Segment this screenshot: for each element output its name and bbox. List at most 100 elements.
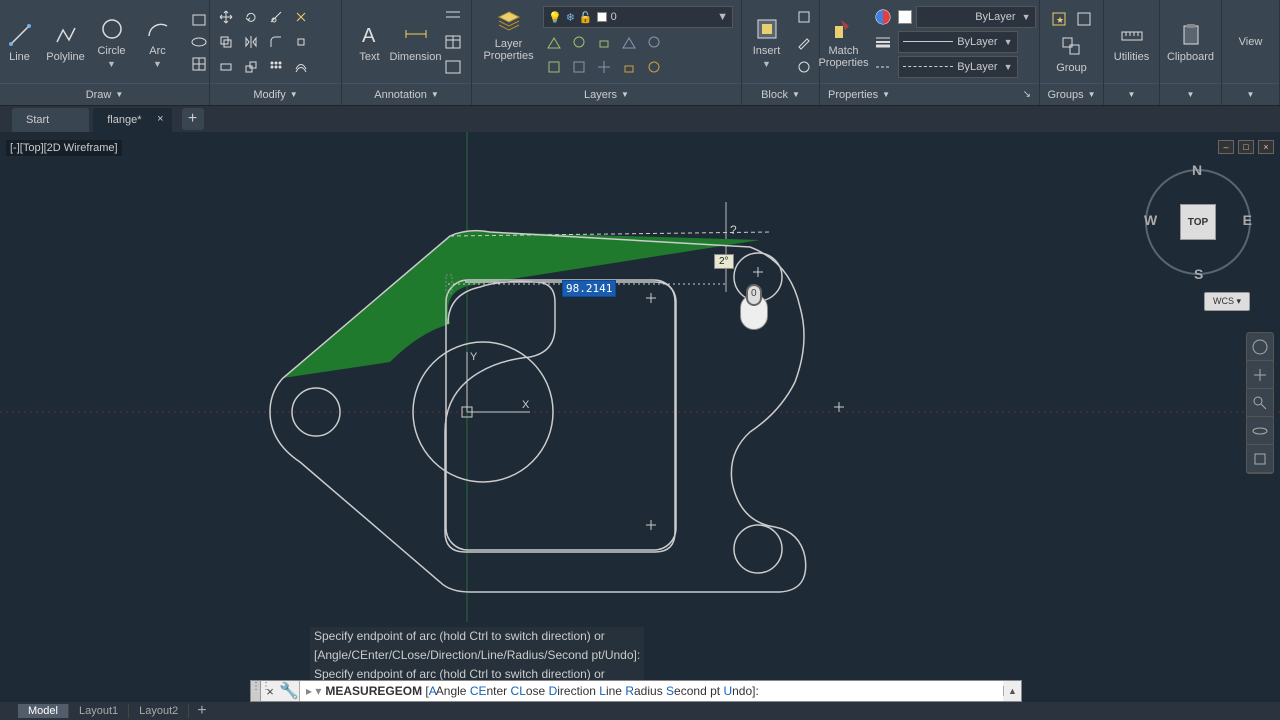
panel-title-block[interactable]: Block▼ (742, 83, 819, 105)
layerprops-button[interactable]: Layer Properties (480, 6, 537, 64)
match-properties-button[interactable]: Match Properties (824, 13, 864, 71)
layout-add-button[interactable]: + (189, 702, 214, 720)
color-picker-icon[interactable] (872, 6, 894, 28)
mirror-button[interactable] (240, 31, 262, 53)
svg-text:X: X (522, 399, 530, 411)
color-swatch (898, 10, 912, 24)
scale-button[interactable] (240, 56, 262, 78)
ribbon-toolbar: Line Polyline Circle ▼ Arc ▼ Draw▼ (0, 0, 1280, 106)
explode-button[interactable] (290, 31, 312, 53)
leader-button[interactable] (442, 6, 464, 28)
arc-button[interactable]: Arc ▼ (138, 13, 178, 71)
clipboard-button[interactable]: Clipboard (1168, 19, 1213, 65)
group-button[interactable]: Group (1052, 30, 1091, 76)
tab-add-button[interactable]: + (182, 108, 204, 130)
tooltip-icon: ? (730, 223, 737, 237)
erase-button[interactable] (290, 6, 312, 28)
text-button[interactable]: A Text (350, 19, 390, 65)
dropdown-arrow-icon: ▼ (153, 59, 162, 69)
layer-isolate-button[interactable] (543, 56, 565, 78)
lineweight-combo[interactable]: ByLayer▼ (898, 31, 1018, 53)
line-button[interactable]: Line (0, 19, 40, 65)
sun-icon: ❄ (566, 11, 575, 24)
panel-title-layers[interactable]: Layers▼ (472, 83, 741, 105)
layers-icon (495, 8, 523, 36)
linetype-combo[interactable]: ByLayer▼ (898, 56, 1018, 78)
panel-annotation: A Text Dimension Annotation▼ (342, 0, 472, 105)
ungroup-icon[interactable] (1073, 8, 1095, 30)
circle-button[interactable]: Circle ▼ (92, 13, 132, 71)
offset-button[interactable] (290, 56, 312, 78)
panel-title-utilities[interactable]: ▼ (1104, 83, 1159, 105)
layout-tab-2[interactable]: Layout2 (129, 704, 189, 718)
layer-uniso-button[interactable] (568, 56, 590, 78)
layout-tab-1[interactable]: Layout1 (69, 704, 129, 718)
insert-icon (753, 15, 781, 43)
cmd-drag-handle[interactable]: ⋮⋮ (251, 681, 261, 701)
panel-title-modify[interactable]: Modify▼ (210, 83, 341, 105)
panel-block: Insert ▼ Block▼ (742, 0, 820, 105)
move-button[interactable] (215, 6, 237, 28)
panel-title-draw[interactable]: Draw▼ (0, 83, 209, 105)
utilities-button[interactable]: Utilities (1112, 19, 1152, 65)
copy-button[interactable] (215, 31, 237, 53)
layer-match-button[interactable] (643, 31, 665, 53)
command-line[interactable]: ⋮⋮ × 🔧 ▸ ▾ MEASUREGEOM [ AAngle CEnter C… (250, 680, 1022, 702)
layer-unlock-button[interactable] (618, 56, 640, 78)
layer-name: 0 (611, 11, 617, 23)
view-button[interactable]: View (1231, 34, 1271, 50)
layer-prev-button[interactable] (618, 31, 640, 53)
close-icon[interactable]: × (157, 113, 163, 125)
layer-combo[interactable]: 💡 ❄ 🔓 0 ▼ (543, 6, 733, 28)
trim-button[interactable] (265, 6, 287, 28)
cmd-history-button[interactable]: ▲ (1003, 686, 1021, 696)
panel-title-annotation[interactable]: Annotation▼ (342, 83, 471, 105)
table-button[interactable] (442, 31, 464, 53)
stretch-button[interactable] (215, 56, 237, 78)
mouse-cursor-icon (736, 280, 772, 330)
layer-off-button[interactable] (543, 31, 565, 53)
block-attr-button[interactable] (793, 56, 815, 78)
hatch-button[interactable] (188, 53, 210, 75)
rectangle-button[interactable] (188, 9, 210, 31)
lineweight-icon (872, 31, 894, 53)
fillet-button[interactable] (265, 31, 287, 53)
command-input[interactable]: ▸ ▾ MEASUREGEOM [ AAngle CEnter CLose Di… (299, 681, 1003, 701)
tab-flange[interactable]: flange*× (93, 108, 171, 132)
layer-change-button[interactable] (643, 56, 665, 78)
ellipse-button[interactable] (188, 31, 210, 53)
dropdown-arrow-icon: ▼ (107, 59, 116, 69)
mtext-button[interactable] (442, 56, 464, 78)
layer-lock-button[interactable] (593, 31, 615, 53)
dimension-input[interactable]: 98.2141 (562, 280, 616, 297)
block-edit-button[interactable] (793, 31, 815, 53)
polyline-button[interactable]: Polyline (46, 19, 86, 65)
array-button[interactable] (265, 56, 287, 78)
paste-icon (1177, 21, 1205, 49)
panel-title-clipboard[interactable]: ▼ (1160, 83, 1221, 105)
color-combo[interactable]: ByLayer▼ (916, 6, 1036, 28)
cmd-customize-button[interactable]: 🔧 (279, 681, 299, 701)
group-create-icon[interactable]: ★ (1048, 8, 1070, 30)
bulb-icon: 💡 (548, 11, 562, 24)
dimension-icon (402, 21, 430, 49)
layout-tab-model[interactable]: Model (18, 704, 69, 718)
panel-clipboard: Clipboard ▼ (1160, 0, 1222, 105)
command-history: Specify endpoint of arc (hold Ctrl to sw… (310, 627, 644, 684)
layer-freeze-button[interactable] (568, 31, 590, 53)
panel-title-properties[interactable]: Properties▼↘ (820, 83, 1039, 105)
lock-icon: 🔓 (579, 11, 593, 24)
layout-tabs: Model Layout1 Layout2 + (0, 702, 1280, 720)
layer-thaw-button[interactable] (593, 56, 615, 78)
block-create-button[interactable] (793, 6, 815, 28)
dimension-button[interactable]: Dimension (396, 19, 436, 65)
panel-title-groups[interactable]: Groups▼ (1040, 83, 1103, 105)
arc-icon (144, 15, 172, 43)
insert-button[interactable]: Insert ▼ (747, 13, 787, 71)
tab-start[interactable]: Start (12, 108, 89, 132)
line-icon (6, 21, 34, 49)
rotate-button[interactable] (240, 6, 262, 28)
panel-title-view[interactable]: ▼ (1222, 83, 1279, 105)
drawing-canvas[interactable]: [-][Top][2D Wireframe] – □ × TOP N S W E… (0, 132, 1280, 622)
cmd-close-button[interactable]: × (261, 684, 279, 699)
